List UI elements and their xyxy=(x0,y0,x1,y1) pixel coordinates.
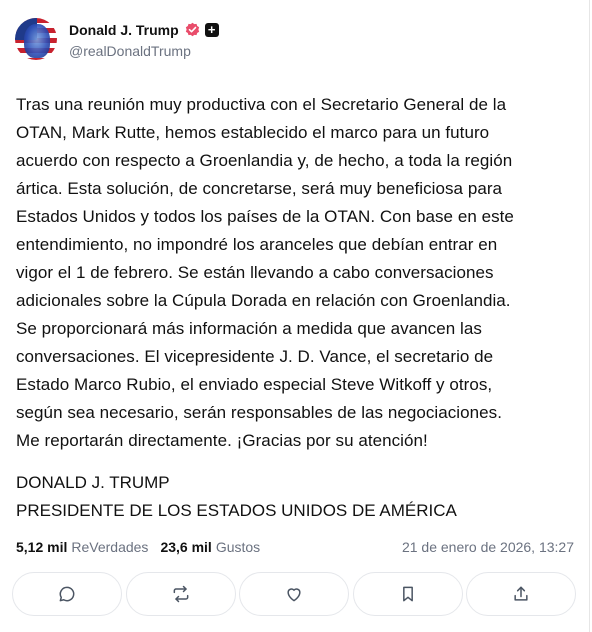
reposts-label[interactable]: ReVerdades xyxy=(71,539,148,555)
action-bar xyxy=(12,572,576,616)
share-icon xyxy=(514,586,528,601)
likes-label[interactable]: Gustos xyxy=(216,539,260,555)
post-body-text: Tras una reunión muy productiva con el S… xyxy=(16,95,514,450)
avatar-portrait xyxy=(24,24,50,58)
heart-icon xyxy=(287,588,301,602)
post-stats: 5,12 mil ReVerdades 23,6 mil Gustos 21 d… xyxy=(16,537,574,557)
likes-count[interactable]: 23,6 mil xyxy=(160,539,211,555)
reply-button[interactable] xyxy=(12,572,122,616)
post-header: Donald J. Trump + @realDonaldTrump xyxy=(15,18,219,60)
avatar[interactable] xyxy=(15,18,57,60)
plus-badge-icon: + xyxy=(204,22,219,37)
chat-bubble-icon xyxy=(59,586,75,602)
post-signature: DONALD J. TRUMP PRESIDENTE DE LOS ESTADO… xyxy=(16,473,457,520)
repost-icon xyxy=(173,585,188,603)
author-info: Donald J. Trump + @realDonaldTrump xyxy=(69,20,219,59)
author-name-row: Donald J. Trump + xyxy=(69,20,219,40)
bookmark-button[interactable] xyxy=(352,572,463,616)
bookmark-icon xyxy=(402,586,413,602)
share-button[interactable] xyxy=(466,572,576,616)
author-display-name[interactable]: Donald J. Trump xyxy=(69,22,179,38)
post-card: Donald J. Trump + @realDonaldTrump Tras … xyxy=(0,0,590,632)
retruth-button[interactable] xyxy=(125,572,236,616)
post-timestamp[interactable]: 21 de enero de 2026, 13:27 xyxy=(402,539,574,555)
like-button[interactable] xyxy=(239,572,349,616)
verified-badge-icon xyxy=(185,22,199,37)
reposts-count[interactable]: 5,12 mil xyxy=(16,539,67,555)
author-handle[interactable]: @realDonaldTrump xyxy=(69,43,219,59)
